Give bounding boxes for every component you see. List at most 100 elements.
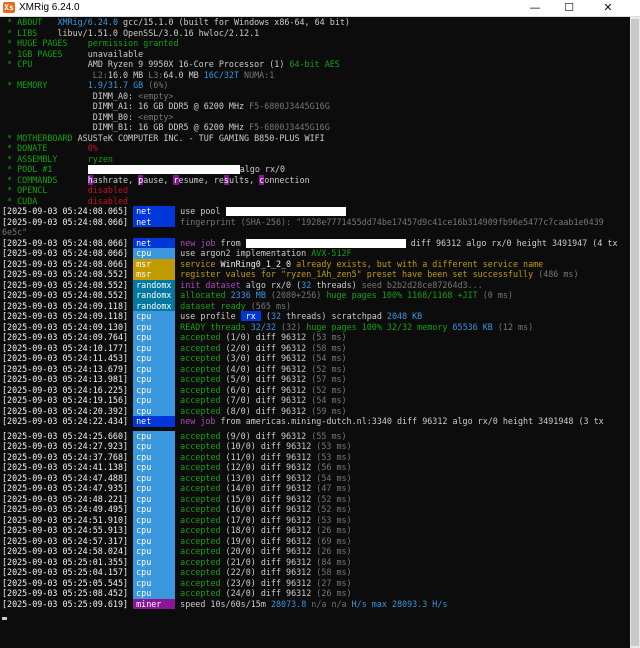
- summary-value: AMD Ryzen 9 9950X 16-Core Processor (1): [87, 59, 290, 69]
- accepted-label: accepted: [180, 504, 221, 514]
- share-diff: diff 96312: [250, 384, 307, 395]
- share-diff: diff 96312: [255, 567, 312, 577]
- log-timestamp: [2025-09-03 05:24:41.138]: [2, 462, 129, 472]
- cache-value: 16.0 MB: [107, 69, 144, 80]
- accepted-label: accepted: [180, 395, 221, 405]
- maximize-button[interactable]: ☐: [554, 0, 584, 16]
- summary-value: permission granted: [87, 38, 179, 48]
- dimm-row: DIMM_B0: <empty>: [2, 112, 628, 123]
- log-duration: (54 ms): [311, 472, 352, 483]
- log-duration: (59 ms): [306, 405, 347, 416]
- log-message: from: [215, 416, 246, 426]
- log-timestamp: [2025-09-03 05:24:13.679]: [2, 363, 129, 374]
- dimm-info: <empty>: [133, 111, 174, 122]
- log-tag-cpu: cpu: [133, 588, 176, 599]
- log-timestamp: [2025-09-03 05:24:47.488]: [2, 472, 129, 483]
- log-tag-cpu: cpu: [133, 462, 176, 473]
- cache-value: 64.0 MB: [163, 69, 199, 80]
- accepted-label: accepted: [180, 342, 221, 353]
- minimize-button[interactable]: —: [520, 0, 550, 16]
- log-timestamp: [2025-09-03 05:24:55.913]: [2, 525, 129, 535]
- accepted-share-line: [2025-09-03 05:24:57.317] cpu accepted (…: [2, 535, 628, 546]
- command-label: onnection: [264, 174, 310, 185]
- log-value: WinRing0_1_2_0: [220, 258, 292, 269]
- dimm-part: F5-6800J3445G16G: [249, 101, 330, 111]
- vertical-scrollbar[interactable]: [630, 17, 640, 648]
- close-button[interactable]: ✕: [588, 0, 628, 16]
- log-line-wrap: 6e5c": [2, 227, 628, 238]
- accepted-label: accepted: [180, 405, 221, 416]
- log-timestamp: [2025-09-03 05:25:01.355]: [2, 556, 129, 567]
- log-timestamp: [2025-09-03 05:24:09.130]: [2, 321, 129, 332]
- log-duration: (565 ms): [245, 300, 292, 311]
- accepted-label: accepted: [180, 462, 221, 472]
- accepted-share-line: [2025-09-03 05:24:27.923] cpu accepted (…: [2, 441, 628, 452]
- log-tag-cpu: cpu: [133, 384, 176, 395]
- share-count: (14/0): [220, 483, 256, 493]
- log-tag-cpu: cpu: [133, 321, 176, 332]
- redacted-pool-address: [245, 238, 406, 248]
- log-duration: (0 ms): [477, 290, 513, 300]
- accepted-share-line: [2025-09-03 05:24:37.768] cpu accepted (…: [2, 451, 628, 462]
- accepted-share-line: [2025-09-03 05:24:20.392] cpu accepted (…: [2, 405, 628, 416]
- log-duration: (26 ms): [311, 588, 352, 598]
- log-line: [2025-09-03 05:24:08.552] randomx alloca…: [2, 290, 628, 301]
- log-timestamp: [2025-09-03 05:24:08.552]: [2, 279, 129, 290]
- xmrig-app-icon: Xs: [3, 2, 15, 13]
- summary-value: disabled: [87, 195, 129, 206]
- log-timestamp: [2025-09-03 05:24:25.660]: [2, 430, 129, 441]
- share-count: (4/0): [220, 363, 251, 374]
- summary-cpu: * CPU AMD Ryzen 9 9950X 16-Core Processo…: [2, 59, 628, 70]
- share-diff: diff 96312: [250, 342, 307, 353]
- log-duration: (58 ms): [306, 342, 347, 353]
- log-line: [2025-09-03 05:24:09.118] cpu use profil…: [2, 311, 628, 322]
- log-duration: (52 ms): [311, 504, 352, 514]
- share-count: (1/0): [220, 332, 251, 342]
- log-message: fingerprint (SHA-256): "1928e7771455dd74…: [180, 216, 604, 227]
- log-timestamp: [2025-09-03 05:24:11.453]: [2, 353, 129, 363]
- log-tag-cpu: cpu: [133, 342, 176, 353]
- command-label: ults,: [228, 174, 260, 185]
- accepted-label: accepted: [180, 577, 221, 588]
- accepted-share-line: [2025-09-03 05:24:58.024] cpu accepted (…: [2, 546, 628, 557]
- log-duration: (53 ms): [306, 332, 347, 342]
- log-tag-cpu: cpu: [133, 363, 176, 374]
- log-timestamp: [2025-09-03 05:24:08.065]: [2, 206, 129, 216]
- share-diff: diff 96312: [255, 588, 312, 598]
- log-tag-cpu: cpu: [133, 248, 176, 259]
- accepted-share-line: [2025-09-03 05:25:01.355] cpu accepted (…: [2, 556, 628, 567]
- accepted-label: accepted: [180, 567, 221, 577]
- log-tag-cpu: cpu: [133, 556, 176, 567]
- summary-key: * DONATE: [2, 143, 48, 153]
- log-timestamp: [2025-09-03 05:24:49.495]: [2, 504, 129, 514]
- log-timestamp: [2025-09-03 05:24:08.066]: [2, 216, 129, 227]
- share-count: (16/0): [220, 504, 256, 514]
- title-bar[interactable]: Xs XMRig 6.24.0 — ☐ ✕: [0, 0, 640, 17]
- log-timestamp: [2025-09-03 05:25:08.452]: [2, 588, 129, 598]
- accepted-label: accepted: [180, 332, 221, 342]
- accepted-label: accepted: [180, 483, 221, 493]
- log-duration: (54 ms): [306, 353, 347, 363]
- accepted-label: accepted: [180, 441, 221, 451]
- log-timestamp: [2025-09-03 05:25:09.619]: [2, 598, 129, 609]
- scrollbar-thumb[interactable]: [631, 19, 639, 646]
- share-diff: diff 96312: [255, 451, 312, 462]
- log-tag-cpu: cpu: [133, 567, 176, 578]
- log-message: (32): [275, 321, 302, 332]
- accepted-share-line: [2025-09-03 05:24:13.981] cpu accepted (…: [2, 374, 628, 385]
- share-diff: diff 96312: [255, 504, 312, 514]
- accepted-label: accepted: [180, 535, 221, 546]
- log-message: use argon2 implementation: [180, 248, 312, 258]
- log-tag-cpu: cpu: [133, 535, 176, 546]
- log-duration: (54 ms): [306, 395, 347, 405]
- log-message: service: [180, 258, 221, 269]
- dimm-info: 16 GB DDR5 @ 6200 MHz: [133, 101, 250, 111]
- share-diff: diff 96312: [255, 535, 312, 546]
- console-output[interactable]: * ABOUT XMRig/6.24.0 gcc/15.1.0 (built f…: [2, 17, 628, 645]
- share-count: (23/0): [220, 577, 256, 588]
- summary-key: * MOTHERBOARD: [2, 132, 73, 143]
- log-tag-cpu: cpu: [133, 525, 176, 536]
- summary-key: * LIBS: [2, 27, 38, 38]
- log-line: [2025-09-03 05:24:08.552] randomx init d…: [2, 279, 628, 290]
- text-cursor: [2, 616, 7, 620]
